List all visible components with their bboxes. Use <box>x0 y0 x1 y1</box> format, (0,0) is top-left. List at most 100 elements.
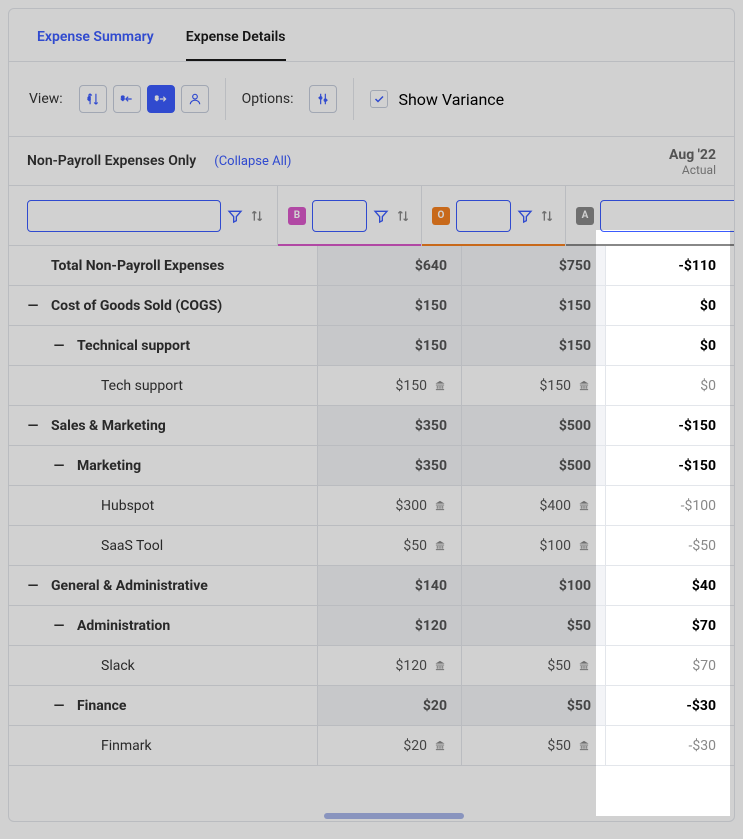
column-name <box>9 186 278 245</box>
bank-icon <box>577 660 591 671</box>
cell-scenario-b: $350 <box>318 446 462 485</box>
cell-scenario-b: $640 <box>318 246 462 285</box>
table-row: Hubspot$300$400-$100 <box>9 486 734 526</box>
period-type: Actual <box>669 163 716 177</box>
show-variance-label: Show Variance <box>398 90 504 109</box>
arrows-up-down-icon: $ <box>86 92 100 106</box>
divider <box>225 78 226 120</box>
filter-icon[interactable] <box>373 208 389 224</box>
svg-text:$: $ <box>87 96 90 101</box>
cell-scenario-o: $400 <box>462 486 606 525</box>
view-import-button[interactable]: $ <box>113 85 141 113</box>
svg-text:$: $ <box>155 96 159 102</box>
tab-expense-summary[interactable]: Expense Summary <box>37 29 154 61</box>
row-label: Sales & Marketing <box>51 418 166 434</box>
row-label: SaaS Tool <box>101 538 163 554</box>
horizontal-scrollbar[interactable] <box>324 813 464 819</box>
search-input[interactable] <box>27 200 221 232</box>
bank-icon <box>433 380 447 391</box>
table-row: —Technical support$150$150$0 <box>9 326 734 366</box>
divider <box>353 78 354 120</box>
cell-scenario-b: $50 <box>318 526 462 565</box>
collapse-icon[interactable]: — <box>53 618 65 634</box>
row-label: Tech support <box>101 378 183 394</box>
row-label-cell: Total Non-Payroll Expenses <box>9 246 318 285</box>
cell-variance: -$150 <box>606 406 734 445</box>
row-label-cell: — Sales & Marketing <box>9 406 318 445</box>
cell-scenario-b: $120 <box>318 606 462 645</box>
collapse-icon[interactable]: — <box>53 698 65 714</box>
period-month: Aug '22 <box>669 147 716 163</box>
cell-variance: $70 <box>606 646 734 685</box>
dollar-arrow-left-icon: $ <box>120 92 134 106</box>
table-row: —General & Administrative$140$100$40 <box>9 566 734 606</box>
row-label-cell: SaaS Tool <box>9 526 318 565</box>
collapse-all-link[interactable]: (Collapse All) <box>214 154 291 169</box>
period-label: Aug '22 Actual <box>669 147 716 177</box>
collapse-icon[interactable]: — <box>53 338 65 354</box>
row-label: Marketing <box>77 458 141 474</box>
cell-variance: $0 <box>606 326 734 365</box>
filter-icon[interactable] <box>227 208 243 224</box>
cell-variance: -$150 <box>606 446 734 485</box>
row-label: Finmark <box>101 738 152 754</box>
filter-icon[interactable] <box>517 208 533 224</box>
cell-variance: -$100 <box>606 486 734 525</box>
row-label-cell: —General & Administrative <box>9 566 318 605</box>
cell-variance: -$30 <box>606 726 734 765</box>
bank-icon <box>433 740 447 751</box>
cell-scenario-o: $100 <box>462 566 606 605</box>
collapse-icon[interactable]: — <box>27 418 39 434</box>
table-row: —Cost of Goods Sold (COGS)$150$150$0 <box>9 286 734 326</box>
cell-variance: $40 <box>606 566 734 605</box>
bank-icon <box>577 740 591 751</box>
filter-input-variance[interactable] <box>600 200 735 232</box>
cell-scenario-b: $20 <box>318 686 462 725</box>
table-row: Slack$120$50$70 <box>9 646 734 686</box>
cell-scenario-b: $20 <box>318 726 462 765</box>
cell-scenario-o: $50 <box>462 726 606 765</box>
filter-input-b[interactable] <box>312 200 367 232</box>
row-label-cell: Slack <box>9 646 318 685</box>
data-table-body: Total Non-Payroll Expenses$640$750-$110—… <box>9 246 734 766</box>
cell-variance: $0 <box>606 366 734 405</box>
options-settings-button[interactable] <box>309 85 337 113</box>
table-row: — Finance $20$50-$30 <box>9 686 734 726</box>
cell-scenario-b: $150 <box>318 326 462 365</box>
view-button-group: $ $ $ <box>79 85 209 113</box>
badge-b: B <box>288 207 306 225</box>
cell-scenario-o: $50 <box>462 686 606 725</box>
cell-variance: -$30 <box>606 686 734 725</box>
bank-icon <box>577 380 591 391</box>
dollar-arrow-right-icon: $ <box>154 92 168 106</box>
options-label: Options: <box>242 91 294 107</box>
view-exchange-button[interactable]: $ <box>79 85 107 113</box>
column-variance: A <box>566 186 735 245</box>
collapse-icon[interactable]: — <box>53 458 65 474</box>
cell-scenario-o: $500 <box>462 446 606 485</box>
row-label-cell: — Finance <box>9 686 318 725</box>
row-label-cell: — Marketing <box>9 446 318 485</box>
svg-text:$: $ <box>121 96 125 102</box>
view-export-button[interactable]: $ <box>147 85 175 113</box>
bank-icon <box>433 660 447 671</box>
table-row: — Marketing $350$500-$150 <box>9 446 734 486</box>
table-row: Finmark $20$50-$30 <box>9 726 734 766</box>
show-variance-toggle[interactable]: Show Variance <box>370 90 504 109</box>
section-title: Non-Payroll Expenses Only <box>27 153 196 169</box>
collapse-icon[interactable]: — <box>27 298 39 314</box>
sort-icon[interactable] <box>395 208 411 224</box>
tab-expense-details[interactable]: Expense Details <box>186 29 286 61</box>
sliders-icon <box>316 92 330 106</box>
collapse-icon[interactable]: — <box>27 578 39 594</box>
cell-scenario-b: $150 <box>318 366 462 405</box>
sort-icon[interactable] <box>249 208 265 224</box>
filter-input-o[interactable] <box>456 200 511 232</box>
column-scenario-o: O <box>422 186 566 245</box>
row-label: Finance <box>77 698 126 714</box>
table-row: SaaS Tool$50$100-$50 <box>9 526 734 566</box>
sort-icon[interactable] <box>539 208 555 224</box>
view-person-button[interactable] <box>181 85 209 113</box>
row-label-cell: —Administration <box>9 606 318 645</box>
row-label-cell: —Technical support <box>9 326 318 365</box>
